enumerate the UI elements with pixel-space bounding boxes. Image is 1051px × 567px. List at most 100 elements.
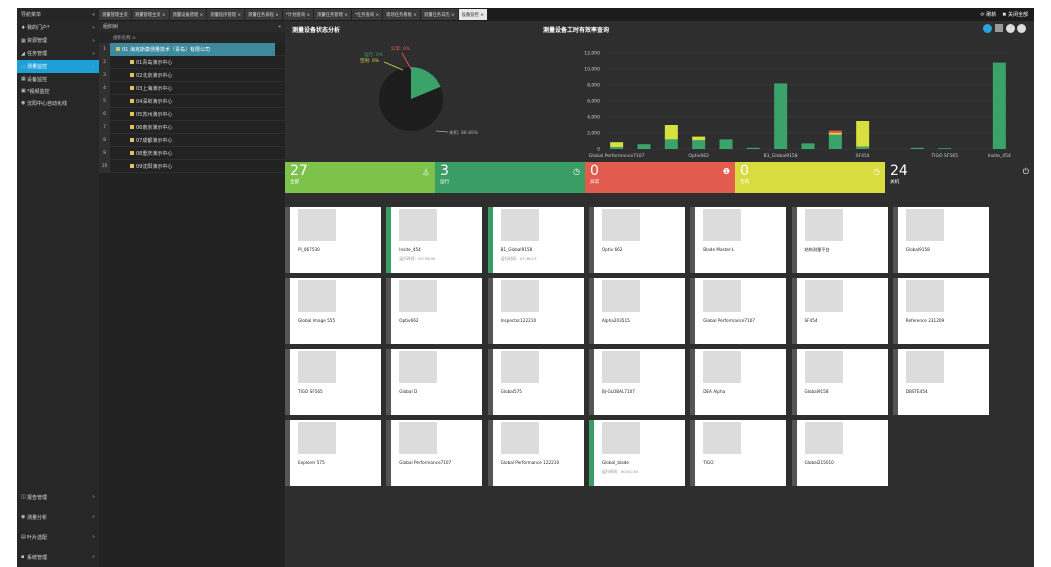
status-tile-2[interactable]: 0 异常 ❶ bbox=[585, 162, 735, 193]
tab-5[interactable]: *计划查询 × bbox=[282, 9, 315, 20]
device-card[interactable]: Reference 231209 bbox=[892, 278, 989, 344]
device-card[interactable]: Global9158 bbox=[791, 349, 888, 415]
sidebar-bottom-item-0[interactable]: ◫ 报告管理» bbox=[17, 487, 99, 507]
org-tree-row[interactable]: 9 08重庆演示中心 bbox=[99, 146, 285, 160]
device-card[interactable]: PI_067530 bbox=[285, 207, 381, 273]
org-tree-column-header[interactable]: 组织名称 ≎ bbox=[99, 32, 285, 43]
sidebar-bottom-item-2[interactable]: ▤ 叶片选配» bbox=[17, 527, 99, 547]
tab-7[interactable]: *任务查询 × bbox=[351, 9, 384, 20]
device-card[interactable]: Explorer 575 bbox=[285, 420, 381, 486]
device-card[interactable]: Optiv 662 bbox=[588, 207, 685, 273]
bar-12-series-0 bbox=[938, 148, 952, 149]
status-tile-0[interactable]: 27 全部 ⏃ bbox=[285, 162, 435, 193]
org-tree-row[interactable]: 5 04深圳演示中心 bbox=[99, 94, 285, 108]
device-card[interactable]: Global Performance7107 bbox=[690, 278, 787, 344]
device-card[interactable]: DEA Alpha bbox=[690, 349, 787, 415]
device-card[interactable]: B1_Global9158 运行时间：07:36:17 bbox=[487, 207, 584, 273]
device-card[interactable]: Global_blade 运行时间：00:01:30 bbox=[588, 420, 685, 486]
sidebar-item-2[interactable]: ◢ 任务管理» bbox=[17, 47, 99, 60]
row-number: 5 bbox=[99, 94, 110, 108]
close-all-button[interactable]: ✖ 关闭全部 bbox=[1002, 11, 1028, 18]
org-tree-row[interactable]: 4 03上海演示中心 bbox=[99, 81, 285, 95]
tab-10[interactable]: 设备监控 × bbox=[458, 9, 488, 20]
sidebar-item-4[interactable]: ▦ 设备监控 bbox=[17, 73, 99, 85]
org-tree-row[interactable]: 6 05苏州演示中心 bbox=[99, 107, 285, 121]
device-card[interactable]: Global Performance 122210 bbox=[487, 420, 584, 486]
device-name: DEA Alpha bbox=[703, 389, 726, 394]
tab-4[interactable]: 测量任务排程 × bbox=[245, 9, 283, 20]
status-count: 24 bbox=[890, 163, 908, 179]
status-tile-1[interactable]: 3 运行 ◷ bbox=[435, 162, 585, 193]
device-status-pie-chart: 异常: 0% 运行: 0% 空闲: 0% 关机: 88.89% bbox=[360, 45, 479, 136]
device-card[interactable]: DBSTE454 bbox=[892, 349, 989, 415]
blue-circle-icon[interactable] bbox=[983, 24, 992, 33]
tab-1[interactable]: 测量管理主页 × bbox=[131, 9, 170, 20]
nav-collapse-button[interactable]: « bbox=[92, 12, 95, 18]
org-tree-collapse-button[interactable]: « bbox=[278, 24, 281, 30]
device-card[interactable]: Alpha203515 bbox=[588, 278, 685, 344]
org-tree-row[interactable]: 3 02北京演示中心 bbox=[99, 68, 285, 82]
row-number: 7 bbox=[99, 120, 110, 134]
device-card[interactable]: SF454 bbox=[791, 278, 888, 344]
device-name: Insite_454 bbox=[399, 247, 421, 252]
folder-icon bbox=[130, 138, 134, 142]
tab-2[interactable]: 测量设备管理 × bbox=[169, 9, 208, 20]
nav-header: 导航菜单 « bbox=[17, 8, 99, 21]
sidebar-bottom-item-3[interactable]: ▪ 系统管理» bbox=[17, 547, 99, 567]
tab-3[interactable]: 测量程序管理 × bbox=[207, 9, 246, 20]
device-image bbox=[500, 280, 539, 312]
device-card[interactable]: Global9158 bbox=[892, 207, 989, 273]
org-tree-node: 03上海演示中心 bbox=[110, 85, 172, 92]
settings-icon[interactable] bbox=[1006, 24, 1015, 33]
device-image bbox=[298, 351, 336, 383]
tab-9[interactable]: 测量任务日历 × bbox=[420, 9, 459, 20]
sidebar-bottom-item-1[interactable]: ◉ 测量分析» bbox=[17, 507, 99, 527]
device-card[interactable]: Optiv662 bbox=[386, 278, 483, 344]
sidebar-item-6[interactable]: ◉ 沈阳中心自动化线 bbox=[17, 97, 99, 109]
tab-6[interactable]: 测量任务管理 × bbox=[314, 9, 352, 20]
org-tree-row[interactable]: 8 07成都演示中心 bbox=[99, 133, 285, 147]
device-image bbox=[399, 422, 438, 454]
device-image bbox=[703, 209, 742, 241]
device-card[interactable]: Blade Master-L bbox=[690, 207, 787, 273]
x-tick-label: Insite_454 bbox=[988, 153, 1011, 159]
tab-0[interactable]: 测量管理主页 bbox=[99, 9, 132, 20]
y-tick-label: 12,000 bbox=[584, 51, 600, 57]
device-card[interactable]: Inspector122210 bbox=[487, 278, 584, 344]
status-tile-4[interactable]: 24 关机 ⏻ bbox=[885, 162, 1034, 193]
device-card[interactable]: Global215010 bbox=[791, 420, 888, 486]
device-card[interactable]: Insite_454 运行时间：07:39:00 bbox=[386, 207, 483, 273]
y-tick-label: 4,000 bbox=[587, 115, 600, 121]
sidebar-item-3[interactable]: ▭ 测量监控» bbox=[17, 60, 99, 73]
sidebar-item-label: 任务管理 bbox=[27, 51, 48, 57]
device-card[interactable]: TIGO SF565 bbox=[285, 349, 381, 415]
org-tree-row[interactable]: 1 01 海克斯康测量技术（青岛）有限公司 bbox=[99, 42, 285, 56]
status-tile-3[interactable]: 0 空闲 ◷ bbox=[735, 162, 885, 193]
sidebar-item-5[interactable]: ▣ *视频监控 bbox=[17, 85, 99, 97]
org-tree-row[interactable]: 2 01青岛演示中心 bbox=[99, 55, 285, 69]
bar-0-series-0 bbox=[610, 147, 624, 149]
device-card[interactable]: Global575 bbox=[487, 349, 584, 415]
sidebar: ♦ 我的门户*» ▦ 资源管理» ◢ 任务管理» ▭ 测量监控» ▦ 设备监控 ▣ *视频监控 ◉ 沈阳中… bbox=[17, 21, 99, 567]
org-tree-row[interactable]: 7 06南京演示中心 bbox=[99, 120, 285, 134]
grid-view-icon[interactable] bbox=[995, 24, 1003, 32]
device-card[interactable]: Global Image 555 bbox=[285, 278, 381, 344]
bar-8-series-1 bbox=[828, 133, 842, 135]
tab-8[interactable]: 现场任务看板 × bbox=[383, 9, 421, 20]
info-icon[interactable] bbox=[1017, 24, 1026, 33]
org-tree-node: 04深圳演示中心 bbox=[110, 98, 172, 105]
sidebar-item-1[interactable]: ▦ 资源管理» bbox=[17, 34, 99, 47]
device-card[interactable]: 结构测量平台 bbox=[791, 207, 888, 273]
device-image bbox=[905, 351, 944, 383]
device-card[interactable]: TIGO bbox=[690, 420, 787, 486]
device-card[interactable]: Global Performance7107 bbox=[386, 420, 483, 486]
chevron-icon: » bbox=[91, 37, 95, 44]
org-tree-row[interactable]: 10 09沈阳演示中心 bbox=[99, 159, 285, 173]
refresh-button[interactable]: ⟳ 刷新 bbox=[980, 11, 996, 18]
bar-8-series-0 bbox=[828, 134, 842, 149]
device-card[interactable]: BJ-GLOBAL7107 bbox=[588, 349, 685, 415]
device-runtime: 运行时间：07:36:17 bbox=[500, 256, 537, 261]
y-tick-label: 8,000 bbox=[587, 83, 600, 89]
device-card[interactable]: Global D bbox=[386, 349, 483, 415]
sidebar-item-0[interactable]: ♦ 我的门户*» bbox=[17, 21, 99, 34]
